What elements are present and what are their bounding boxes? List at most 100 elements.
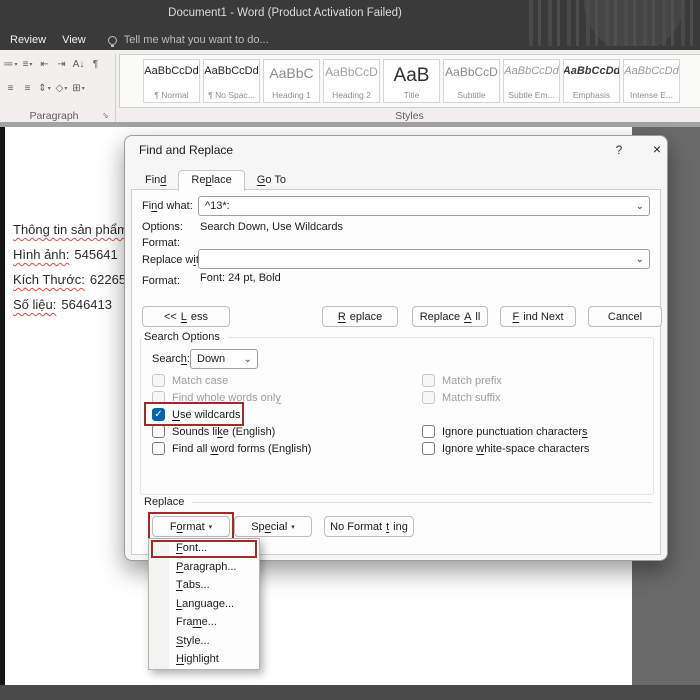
checkbox-icon bbox=[422, 442, 435, 455]
title-bar: Document1 - Word (Product Activation Fai… bbox=[0, 0, 700, 50]
checkbox-ignore-punctuation[interactable]: Ignore punctuation characters bbox=[422, 425, 588, 438]
find-format-label: Format: bbox=[142, 237, 180, 249]
menu-item-style[interactable]: Style... bbox=[149, 632, 259, 651]
less-button[interactable]: << Less bbox=[142, 306, 230, 327]
tell-me-box[interactable]: Tell me what you want to do... bbox=[108, 34, 269, 46]
styles-group-label: Styles bbox=[119, 110, 700, 122]
borders-icon[interactable]: ⊞▾ bbox=[71, 81, 86, 97]
sort-icon[interactable]: A↓ bbox=[71, 57, 86, 73]
paragraph-dialog-launcher-icon[interactable]: ⇘ bbox=[102, 111, 109, 120]
replace-format-value: Font: 24 pt, Bold bbox=[200, 272, 281, 284]
doc-line: Thông tin sản phẩm bbox=[13, 222, 133, 237]
cancel-button[interactable]: Cancel bbox=[588, 306, 662, 327]
checkbox-whole-words[interactable]: Find whole words only bbox=[152, 391, 281, 404]
dialog-tabs: Find Replace Go To bbox=[133, 169, 298, 190]
numbering-icon[interactable]: ≡▾ bbox=[20, 57, 35, 73]
checkbox-match-prefix[interactable]: Match prefix bbox=[422, 374, 502, 387]
replace-group-line bbox=[190, 502, 652, 503]
special-button[interactable]: Special▾ bbox=[234, 516, 312, 537]
tab-replace[interactable]: Replace bbox=[178, 170, 244, 191]
dropdown-caret-icon: ▾ bbox=[291, 523, 295, 531]
format-menu: Font... Paragraph... Tabs... Language...… bbox=[148, 538, 260, 670]
options-label: Options: bbox=[142, 221, 183, 233]
pilcrow-icon[interactable]: ¶ bbox=[88, 57, 103, 73]
document-area: Thông tin sản phẩm Hình ảnh:545641 Kích … bbox=[0, 127, 700, 685]
ribbon: ≔▾ ≡▾ ⇤ ⇥ A↓ ¶ ≡ ≡ ⇕▾ ◇▾ ⊞▾ AaBbCcDd¶ No… bbox=[0, 50, 700, 122]
window-title: Document1 - Word (Product Activation Fai… bbox=[0, 7, 570, 19]
checkbox-match-suffix[interactable]: Match suffix bbox=[422, 391, 501, 404]
find-next-button[interactable]: Find Next bbox=[500, 306, 576, 327]
options-value: Search Down, Use Wildcards bbox=[200, 221, 343, 233]
checkbox-sounds-like[interactable]: Sounds like (English) bbox=[152, 425, 275, 438]
find-replace-dialog: Find and Replace ? × Find Replace Go To … bbox=[124, 135, 668, 561]
style-subtitle[interactable]: AaBbCcDSubtitle bbox=[443, 59, 500, 103]
search-direction-label: Search: bbox=[152, 353, 190, 365]
style-heading2[interactable]: AaBbCcDHeading 2 bbox=[323, 59, 380, 103]
replace-format-label: Format: bbox=[142, 275, 180, 287]
style-intense-emphasis[interactable]: AaBbCcDdIntense E... bbox=[623, 59, 680, 103]
tab-view[interactable]: View bbox=[62, 34, 86, 46]
checkbox-use-wildcards[interactable]: ✓Use wildcards bbox=[152, 408, 240, 421]
checkbox-icon bbox=[152, 391, 165, 404]
no-formatting-button[interactable]: No Formatting bbox=[324, 516, 414, 537]
bottom-edge-strip bbox=[0, 685, 700, 700]
menu-item-font[interactable]: Font... bbox=[149, 539, 259, 558]
format-button[interactable]: Format▾ bbox=[152, 516, 230, 537]
checkbox-icon bbox=[422, 391, 435, 404]
checkbox-icon bbox=[152, 425, 165, 438]
chevron-down-icon[interactable]: ⌄ bbox=[244, 351, 252, 369]
tab-find[interactable]: Find bbox=[133, 171, 178, 190]
increase-indent-icon[interactable]: ⇥ bbox=[54, 57, 69, 73]
checkbox-icon bbox=[152, 374, 165, 387]
align-justify-icon[interactable]: ≡ bbox=[20, 81, 35, 97]
dialog-title: Find and Replace bbox=[139, 143, 233, 157]
chevron-down-icon[interactable]: ⌄ bbox=[636, 251, 644, 269]
checkbox-icon bbox=[422, 425, 435, 438]
lightbulb-icon bbox=[108, 36, 117, 45]
search-direction-select[interactable]: Down⌄ bbox=[190, 349, 258, 369]
styles-gallery: AaBbCcDd¶ Normal AaBbCcDd¶ No Spac... Aa… bbox=[119, 54, 700, 108]
style-emphasis[interactable]: AaBbCcDdEmphasis bbox=[563, 59, 620, 103]
replace-with-input[interactable]: ⌄ bbox=[198, 249, 650, 269]
menu-item-language[interactable]: Language... bbox=[149, 595, 259, 614]
checkbox-icon bbox=[152, 442, 165, 455]
checkbox-checked-icon: ✓ bbox=[152, 408, 165, 421]
replace-tab-page: Find what: ^13*:⌄ Options: Search Down, … bbox=[131, 189, 661, 555]
group-labels: Paragraph ⇘ Styles bbox=[0, 110, 700, 122]
checkbox-match-case[interactable]: Match case bbox=[152, 374, 228, 387]
dropdown-caret-icon: ▾ bbox=[209, 523, 213, 531]
shading-icon[interactable]: ◇▾ bbox=[54, 81, 69, 97]
checkbox-word-forms[interactable]: Find all word forms (English) bbox=[152, 442, 311, 455]
help-icon[interactable]: ? bbox=[611, 143, 627, 157]
find-what-label: Find what: bbox=[142, 200, 193, 212]
ribbon-tab-strip: Review View Tell me what you want to do.… bbox=[0, 30, 700, 50]
replace-all-button[interactable]: Replace All bbox=[412, 306, 488, 327]
menu-item-paragraph[interactable]: Paragraph... bbox=[149, 558, 259, 577]
tab-go-to[interactable]: Go To bbox=[245, 171, 298, 190]
checkbox-ignore-whitespace[interactable]: Ignore white-space characters bbox=[422, 442, 589, 455]
word-window: Document1 - Word (Product Activation Fai… bbox=[0, 0, 700, 700]
tab-review[interactable]: Review bbox=[10, 34, 46, 46]
doc-line: Kích Thước:62265 bbox=[13, 272, 126, 287]
doc-line: Số liệu:5646413 bbox=[13, 297, 112, 312]
style-no-spacing[interactable]: AaBbCcDd¶ No Spac... bbox=[203, 59, 260, 103]
chevron-down-icon[interactable]: ⌄ bbox=[636, 198, 644, 216]
doc-line: Hình ảnh:545641 bbox=[13, 247, 118, 262]
menu-item-tabs[interactable]: Tabs... bbox=[149, 576, 259, 595]
bullets-icon[interactable]: ≔▾ bbox=[3, 57, 18, 73]
style-heading1[interactable]: AaBbCHeading 1 bbox=[263, 59, 320, 103]
style-normal[interactable]: AaBbCcDd¶ Normal bbox=[143, 59, 200, 103]
decrease-indent-icon[interactable]: ⇤ bbox=[37, 57, 52, 73]
replace-button[interactable]: Replace bbox=[322, 306, 398, 327]
menu-item-frame[interactable]: Frame... bbox=[149, 613, 259, 632]
checkbox-icon bbox=[422, 374, 435, 387]
close-icon[interactable]: × bbox=[648, 141, 666, 157]
menu-item-highlight[interactable]: Highlight bbox=[149, 650, 259, 669]
paragraph-group-label: Paragraph bbox=[0, 110, 108, 122]
find-what-input[interactable]: ^13*:⌄ bbox=[198, 196, 650, 216]
style-title[interactable]: AaBTitle bbox=[383, 59, 440, 103]
line-spacing-icon[interactable]: ⇕▾ bbox=[37, 81, 52, 97]
paragraph-group: ≔▾ ≡▾ ⇤ ⇥ A↓ ¶ ≡ ≡ ⇕▾ ◇▾ ⊞▾ bbox=[2, 56, 114, 104]
style-subtle-emphasis[interactable]: AaBbCcDdSubtle Em... bbox=[503, 59, 560, 103]
align-left-icon[interactable]: ≡ bbox=[3, 81, 18, 97]
